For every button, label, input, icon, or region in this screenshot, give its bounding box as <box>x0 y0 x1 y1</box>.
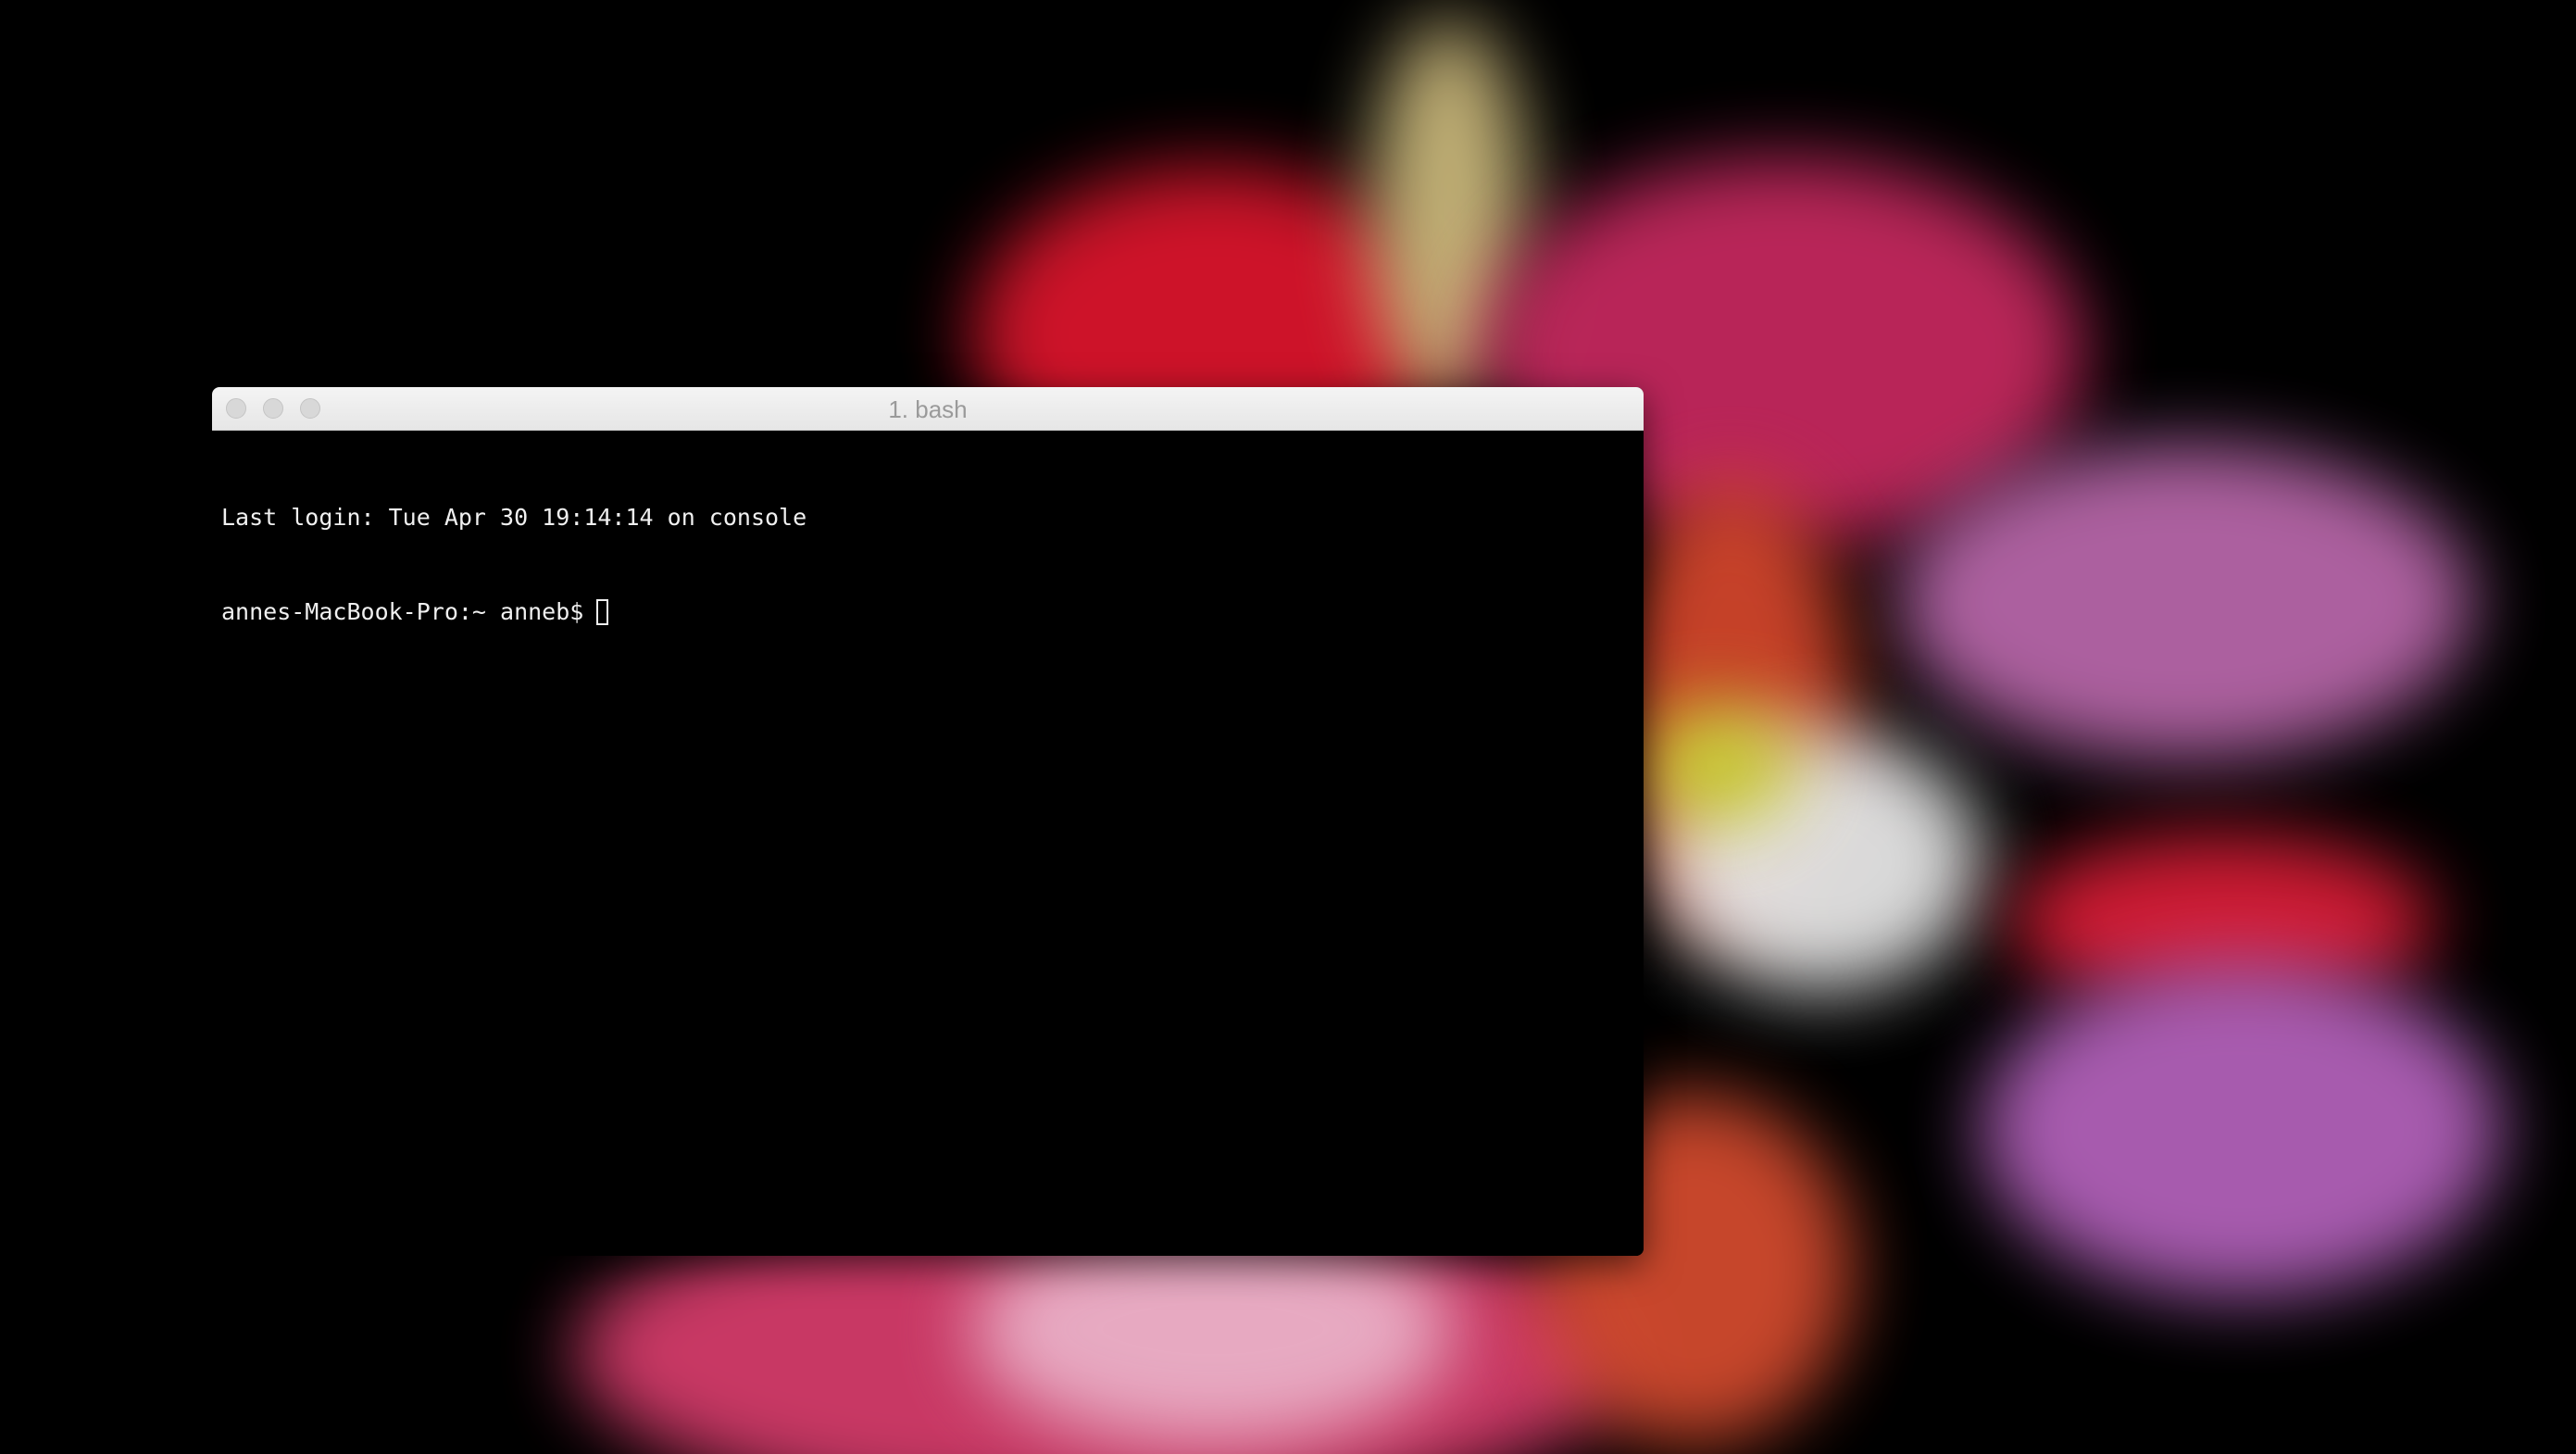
window-titlebar[interactable]: 1. bash <box>212 387 1644 431</box>
shell-prompt: annes-MacBook-Pro:~ anneb$ <box>221 598 584 625</box>
last-login-line: Last login: Tue Apr 30 19:14:14 on conso… <box>221 504 807 531</box>
terminal-output[interactable]: Last login: Tue Apr 30 19:14:14 on conso… <box>212 431 1644 1256</box>
wallpaper-purple-right <box>1982 963 2500 1297</box>
text-cursor <box>596 599 609 625</box>
terminal-window[interactable]: 1. bash Last login: Tue Apr 30 19:14:14 … <box>212 387 1644 1256</box>
window-title: 1. bash <box>888 395 968 423</box>
prompt-line: annes-MacBook-Pro:~ anneb$ <box>221 596 1634 628</box>
wallpaper-lime-burst <box>1639 704 1796 824</box>
wallpaper-purple-burst <box>1898 445 2472 759</box>
